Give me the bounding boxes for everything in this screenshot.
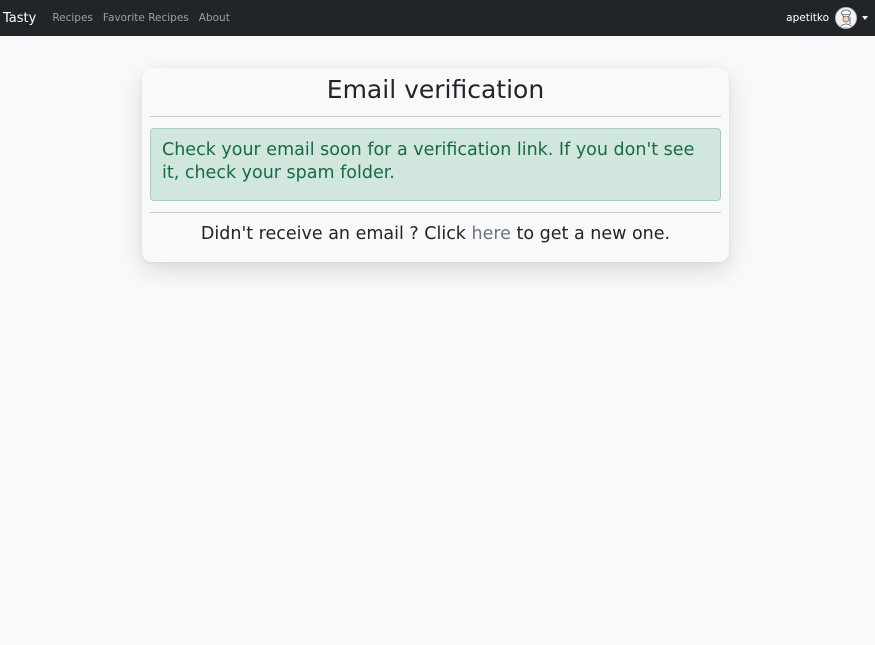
brand-link[interactable]: Tasty — [3, 11, 36, 26]
nav-links: Recipes Favorite Recipes About — [52, 12, 240, 24]
nav-link-about[interactable]: About — [199, 12, 230, 24]
nav-link-favorite-recipes[interactable]: Favorite Recipes — [103, 12, 189, 24]
success-alert: Check your email soon for a verification… — [150, 128, 721, 201]
email-verification-card: Email verification Check your email soon… — [142, 68, 729, 262]
username: apetitko — [786, 12, 829, 24]
nav-link-recipes[interactable]: Recipes — [52, 12, 93, 24]
resend-link[interactable]: here — [472, 224, 511, 244]
chevron-down-icon — [862, 16, 868, 20]
chef-avatar-icon — [835, 7, 857, 29]
user-menu-toggle[interactable]: apetitko — [786, 0, 868, 36]
page-title: Email verification — [326, 75, 545, 104]
divider — [150, 116, 721, 117]
divider — [150, 212, 721, 213]
resend-prefix: Didn't receive an email ? Click — [200, 224, 472, 244]
navbar: Tasty Recipes Favorite Recipes About ape… — [0, 0, 875, 36]
resend-message: Didn't receive an email ? Click here to … — [142, 222, 729, 246]
resend-suffix: to get a new one. — [510, 224, 671, 244]
